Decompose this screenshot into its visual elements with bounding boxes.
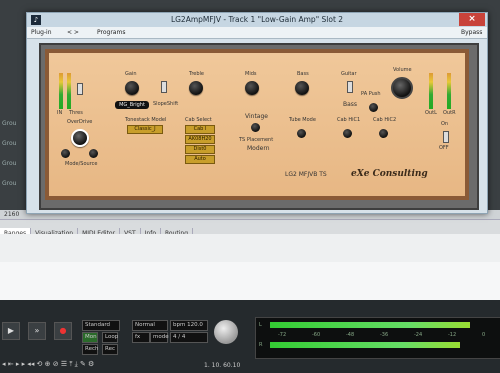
rec-button[interactable]: Rec [102, 344, 118, 355]
track-label: Grou [2, 160, 17, 167]
label-gain: Gain [125, 71, 137, 77]
record-button[interactable]: ● [54, 322, 72, 340]
vintage-modern-knob[interactable] [251, 123, 260, 132]
track-label: Grou [2, 140, 17, 147]
volume-knob[interactable] [391, 77, 413, 99]
meter-scale: -24 [414, 332, 423, 338]
ruler-value: 2160 [4, 211, 20, 218]
mode-knob[interactable] [61, 149, 70, 158]
plugin-menubar: Plug-in < > Programs Bypass [27, 27, 487, 39]
toolbar-icons: ◂ ⇤ ▸ ▸ ◂◂ ⟲ ⊕ ⊘ ☰ ⤒ ⤓ ✎ ⚙ [2, 360, 95, 368]
label-thres: Thres [69, 110, 83, 116]
slope-shift-switch[interactable] [161, 81, 167, 93]
label-in: IN [57, 110, 63, 116]
label-bass-mode: Bass [343, 101, 358, 108]
mg-bright-button[interactable]: MG_Bright [115, 101, 149, 109]
track-label: Grou [2, 120, 17, 127]
label-cab-select: Cab Select [185, 117, 212, 123]
preset-select[interactable]: Standard [82, 320, 120, 331]
overdrive-knob[interactable] [71, 129, 89, 147]
threshold-slider[interactable] [77, 83, 83, 95]
rech-button[interactable]: Rech [82, 344, 98, 355]
fx-button[interactable]: fx [132, 332, 150, 343]
program-nav[interactable]: < > [67, 29, 79, 36]
brand-logo: eXe Consulting [351, 169, 428, 179]
label-tube-mode: Tube Mode [289, 117, 316, 123]
tonestack-select[interactable]: Classic_J [127, 125, 163, 134]
mids-knob[interactable] [245, 81, 259, 95]
label-mode-source: Mode/Source [65, 161, 98, 167]
cab-hi1-knob[interactable] [343, 129, 352, 138]
label-tonestack-model: Tonestack Model [125, 117, 167, 123]
plugin-window: ♪ LG2AmpMFJV - Track 1 "Low-Gain Amp" Sl… [26, 12, 488, 214]
loop-button[interactable]: Loop [102, 332, 118, 343]
cab-option[interactable]: Dist0 [185, 145, 215, 154]
gain-knob[interactable] [125, 81, 139, 95]
editor-lower-area [0, 262, 500, 300]
label-cab-ho2: Cab HiC2 [373, 117, 397, 123]
power-switch[interactable] [443, 131, 449, 143]
fast-forward-button[interactable]: » [28, 322, 46, 340]
label-pa-push: PA Push [361, 91, 381, 97]
label-mids: Mids [245, 71, 257, 77]
meter-label-r: R [259, 342, 263, 348]
label-on: On [441, 121, 449, 127]
time-signature-field[interactable]: 4 / 4 [170, 332, 208, 343]
label-overdrive: OverDrive [67, 119, 93, 125]
meter-scale: -48 [346, 332, 355, 338]
tempo-field[interactable]: bpm 120.0 [170, 320, 208, 331]
output-meter-right [447, 73, 451, 109]
label-slope-shift: SlopeShift [153, 101, 179, 107]
master-meter: L R -72 -60 -48 -36 -24 -12 0 [255, 317, 500, 359]
output-meter-left [429, 73, 433, 109]
meter-scale: 0 [482, 332, 486, 338]
mon-button[interactable]: Mon [82, 332, 98, 343]
cab-hi2-knob[interactable] [379, 129, 388, 138]
model-name: LG2 MFJVB TS [285, 171, 327, 178]
treble-knob[interactable] [189, 81, 203, 95]
bypass-button[interactable]: Bypass [461, 29, 482, 36]
label-guitar: Guitar [341, 71, 357, 77]
cab-option[interactable]: Cab I [185, 125, 215, 134]
meter-scale: -36 [380, 332, 389, 338]
label-off: OFF [439, 145, 449, 151]
label-volume: Volume [393, 67, 412, 73]
window-title: LG2AmpMFJV - Track 1 "Low-Gain Amp" Slot… [170, 15, 344, 24]
label-treble: Treble [189, 71, 204, 77]
cab-option[interactable]: AK08H20 [185, 135, 215, 144]
input-meter-left [59, 73, 63, 109]
close-button[interactable]: × [459, 13, 485, 26]
meter-label-l: L [259, 322, 262, 328]
label-modern: Modern [247, 145, 270, 152]
label-bass: Bass [297, 71, 309, 77]
bass-knob[interactable] [295, 81, 309, 95]
pa-push-knob[interactable] [369, 103, 378, 112]
level-bar-right [270, 342, 460, 348]
label-outl: OutL [425, 110, 437, 116]
guitar-bass-switch[interactable] [347, 81, 353, 93]
play-button[interactable]: ▶ [2, 322, 20, 340]
amp-faceplate: IN Thres OverDrive Mode/Source Gain MG_B… [45, 49, 469, 200]
level-bar-left [270, 322, 470, 328]
menu-programs[interactable]: Programs [97, 29, 125, 36]
jog-wheel[interactable] [214, 320, 238, 344]
mode-select[interactable]: Normal [132, 320, 168, 331]
mode-button[interactable]: mode [150, 332, 169, 343]
menu-plugin[interactable]: Plug-in [31, 29, 52, 36]
track-label: Grou [2, 180, 17, 187]
source-knob[interactable] [89, 149, 98, 158]
label-vintage: Vintage [245, 113, 268, 120]
label-outr: OutR [443, 110, 456, 116]
cab-option[interactable]: Auto [185, 155, 215, 164]
tube-mode-knob[interactable] [297, 129, 306, 138]
meter-scale: -72 [278, 332, 287, 338]
label-cab-ho1: Cab HiC1 [337, 117, 361, 123]
host-tab-bar: RangesVisualizationMIDI EditorVSTInfoRou… [0, 219, 500, 239]
position-display: 1. 10. 60.10 [204, 362, 241, 369]
plugin-titlebar[interactable]: ♪ LG2AmpMFJV - Track 1 "Low-Gain Amp" Sl… [27, 13, 487, 27]
meter-scale: -12 [448, 332, 457, 338]
meter-scale: -60 [312, 332, 321, 338]
label-ts-placement: TS Placement [239, 137, 274, 143]
input-meter-right [67, 73, 71, 109]
